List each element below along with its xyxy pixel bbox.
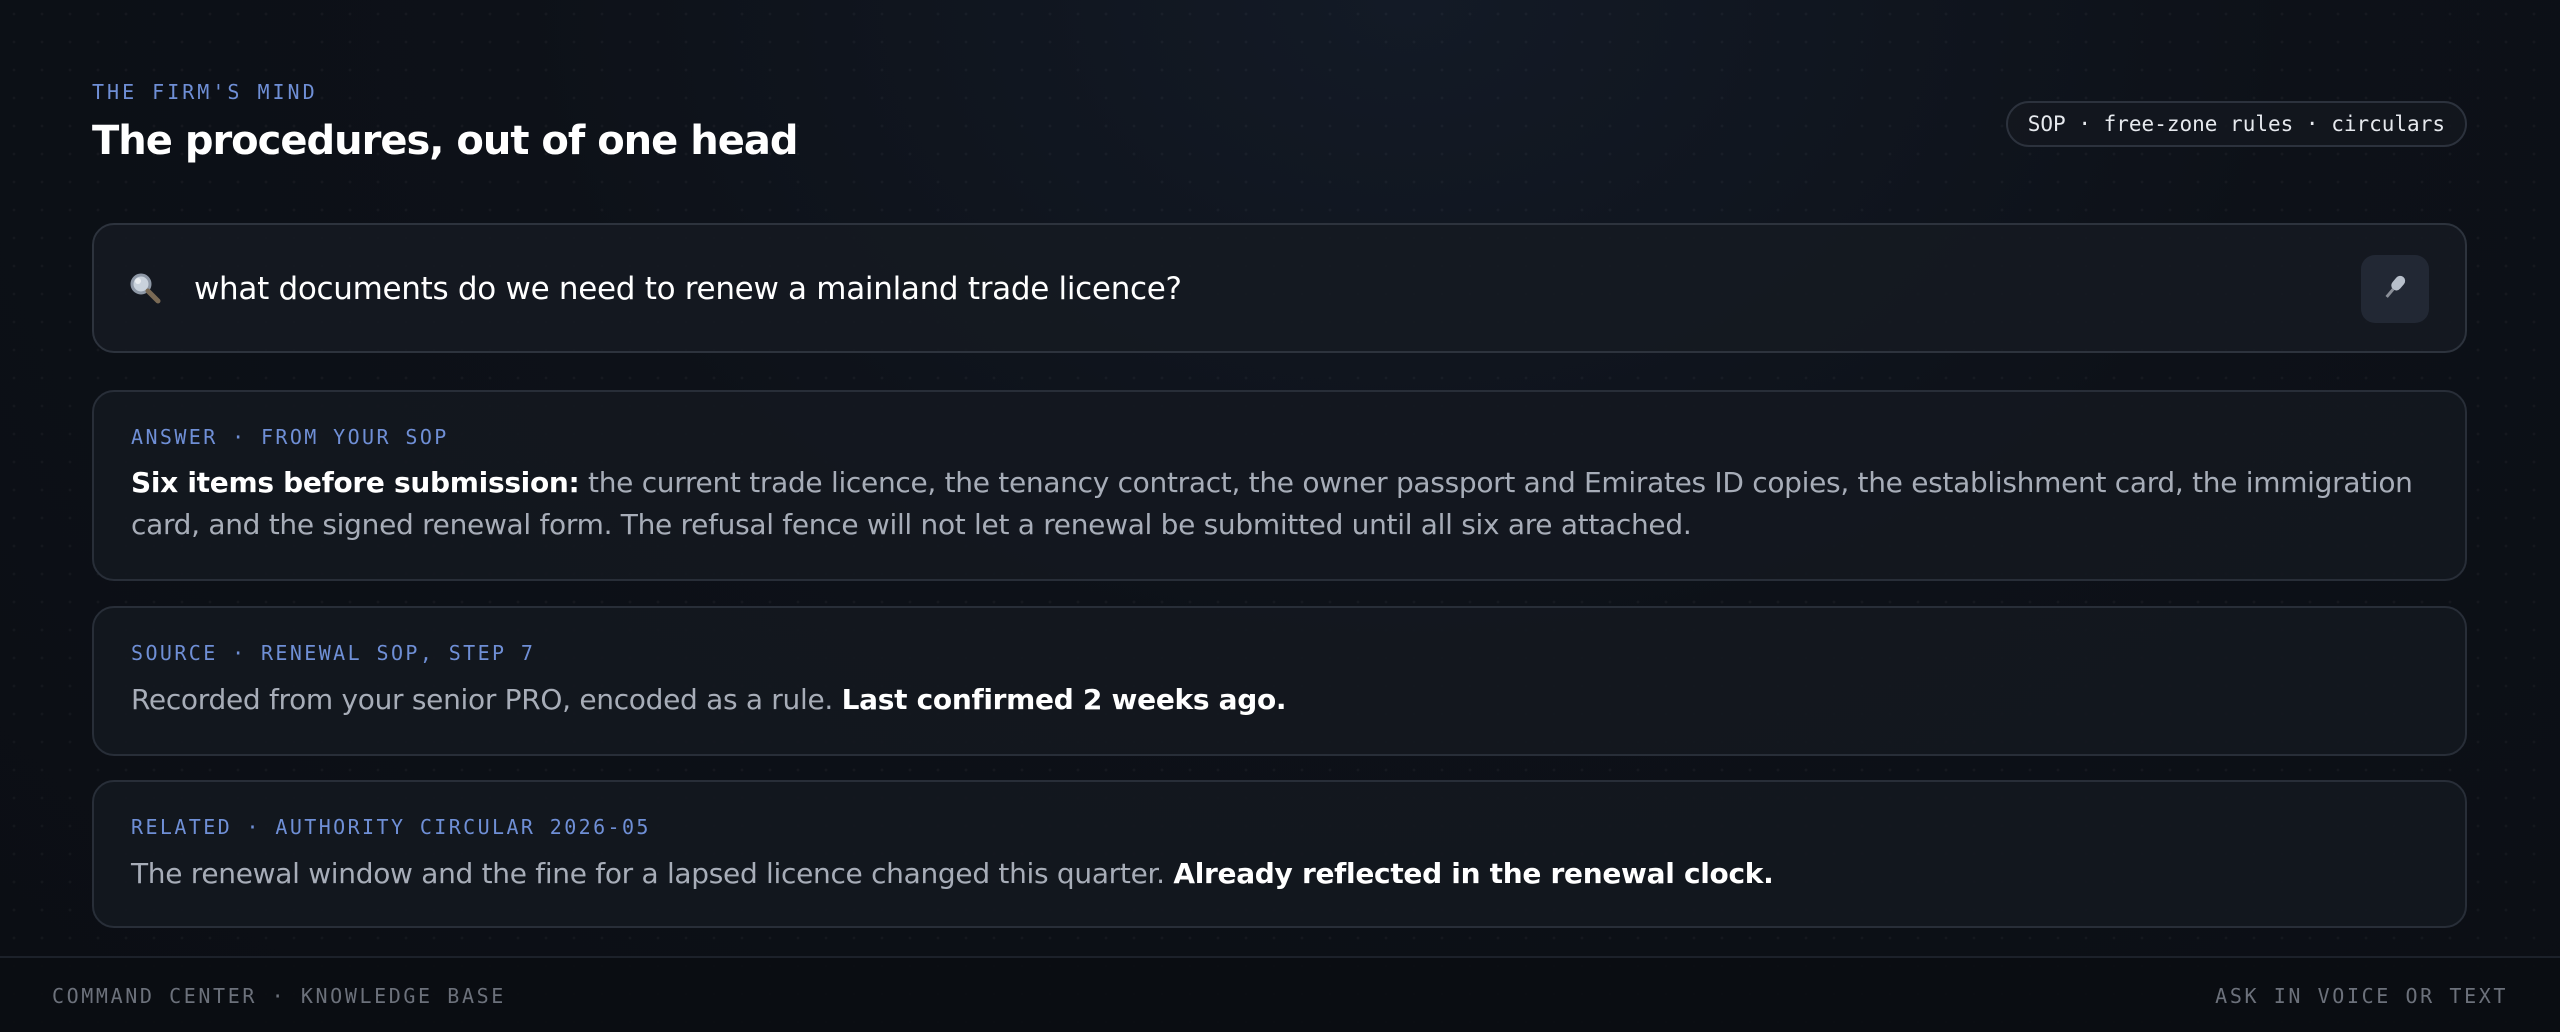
related-card-body: The renewal window and the fine for a la… — [131, 853, 2428, 895]
footer-section-label: COMMAND CENTER · KNOWLEDGE BASE — [52, 984, 506, 1008]
related-text: The renewal window and the fine for a la… — [131, 857, 1174, 890]
footer-bar: COMMAND CENTER · KNOWLEDGE BASE ASK IN V… — [0, 956, 2560, 1032]
related-card[interactable]: RELATED · AUTHORITY CIRCULAR 2026-05 The… — [92, 780, 2467, 928]
source-emphasis: Last confirmed 2 weeks ago. — [841, 683, 1287, 716]
answer-card-body: Six items before submission: the current… — [131, 462, 2428, 546]
source-card[interactable]: SOURCE · RENEWAL SOP, STEP 7 Recorded fr… — [92, 606, 2467, 756]
scope-badge[interactable]: SOP · free-zone rules · circulars — [2005, 101, 2467, 147]
source-card-label: SOURCE · RENEWAL SOP, STEP 7 — [131, 641, 536, 665]
page-title: The procedures, out of one head — [92, 118, 798, 164]
search-input[interactable]: what documents do we need to renew a mai… — [194, 271, 1182, 307]
page-eyebrow: THE FIRM'S MIND — [92, 80, 318, 104]
related-card-label: RELATED · AUTHORITY CIRCULAR 2026-05 — [131, 815, 651, 839]
microphone-icon — [2379, 271, 2411, 307]
search-bar[interactable]: what documents do we need to renew a mai… — [92, 223, 2467, 353]
search-icon — [128, 271, 162, 305]
answer-card-label: ANSWER · FROM YOUR SOP — [131, 425, 449, 449]
answer-lead: Six items before submission: — [131, 466, 580, 499]
voice-input-button[interactable] — [2361, 255, 2429, 323]
related-emphasis: Already reflected in the renewal clock. — [1173, 857, 1774, 890]
footer-hint: ASK IN VOICE OR TEXT — [2215, 984, 2508, 1008]
source-card-body: Recorded from your senior PRO, encoded a… — [131, 679, 2428, 721]
source-text: Recorded from your senior PRO, encoded a… — [131, 683, 842, 716]
answer-card: ANSWER · FROM YOUR SOP Six items before … — [92, 390, 2467, 581]
